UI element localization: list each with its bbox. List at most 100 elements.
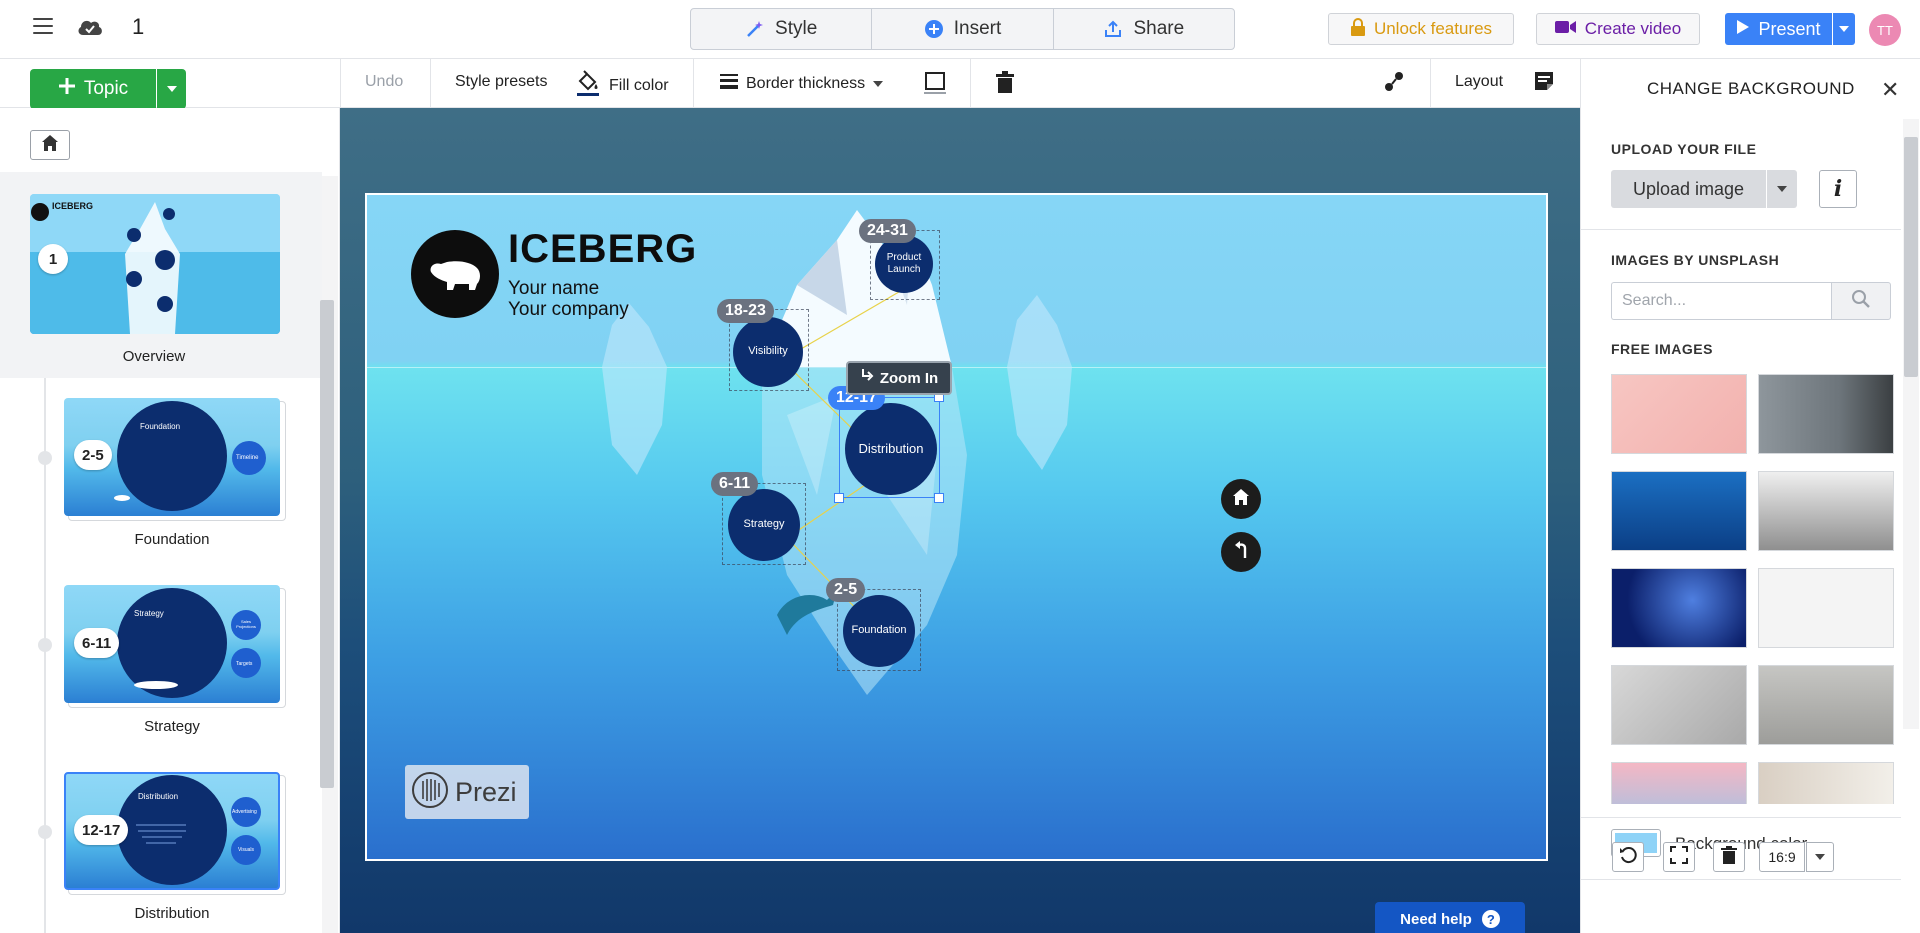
insert-tab[interactable]: Insert — [872, 9, 1054, 49]
background-thumbnail[interactable] — [1611, 568, 1747, 648]
home-icon — [41, 134, 59, 157]
close-icon[interactable]: ✕ — [1881, 77, 1899, 103]
thumb-side-label: Advertising — [232, 809, 257, 815]
resize-handle[interactable] — [834, 493, 844, 503]
need-help-label: Need help — [1400, 910, 1472, 928]
background-thumbnail[interactable] — [1611, 374, 1747, 454]
top-bar: 1 Style Insert Share Unlock features Cre… — [0, 0, 1920, 59]
timeline-dot — [38, 825, 52, 839]
background-thumbnail[interactable] — [1758, 471, 1894, 551]
style-tab[interactable]: Style — [691, 9, 873, 49]
panel-scrollbar-thumb[interactable] — [1904, 137, 1918, 377]
topic-circle-product-launch[interactable]: Product Launch — [875, 235, 933, 293]
fill-color-button[interactable]: Fill color — [575, 69, 669, 102]
aspect-ratio-select[interactable]: 16:9 — [1759, 842, 1805, 872]
thumb-side-label: Visuals — [238, 847, 255, 853]
background-thumbnail[interactable] — [1611, 762, 1747, 804]
question-icon: ? — [1481, 910, 1500, 928]
topic-label: Topic — [83, 78, 129, 99]
aspect-ratio-dropdown[interactable] — [1806, 842, 1834, 872]
border-thickness-button[interactable]: Border thickness — [720, 73, 884, 94]
delete-button[interactable] — [996, 71, 1014, 98]
topic-circle-strategy[interactable]: Strategy — [728, 489, 800, 561]
prezi-logo-badge[interactable]: Prezi — [405, 765, 529, 819]
presentation-canvas[interactable]: ICEBERG Your name Your company Product L… — [340, 108, 1580, 933]
user-avatar[interactable]: TT — [1869, 14, 1901, 46]
fill-color-label: Fill color — [609, 76, 669, 94]
undo-button[interactable]: Undo — [365, 73, 403, 91]
need-help-button[interactable]: Need help ? — [1375, 902, 1525, 933]
canvas-back-button[interactable] — [1221, 532, 1261, 572]
background-thumbnail[interactable] — [1611, 665, 1747, 745]
back-arrow-icon — [1232, 540, 1250, 564]
chevron-down-icon — [1777, 186, 1787, 192]
canvas-home-button[interactable] — [1221, 479, 1261, 519]
toolbar-divider — [430, 59, 431, 107]
fit-background-button[interactable] — [1663, 842, 1695, 872]
polar-bear-logo-icon — [411, 230, 499, 318]
panel-divider — [1581, 879, 1901, 880]
overview-thumb-title: ICEBERG — [52, 201, 94, 211]
magic-wand-icon — [745, 19, 765, 39]
layout-button[interactable]: Layout — [1455, 73, 1503, 91]
unlock-features-label: Unlock features — [1373, 19, 1493, 38]
upload-icon — [1103, 19, 1123, 39]
upload-image-button[interactable]: Upload image — [1611, 170, 1766, 208]
sidebar-item-overview[interactable]: ICEBERG 1 Overview — [0, 172, 322, 378]
reset-icon — [1619, 846, 1637, 869]
sidebar-badge: 12-17 — [74, 815, 129, 845]
topic-circle-foundation[interactable]: Foundation — [843, 595, 915, 667]
reset-background-button[interactable] — [1612, 842, 1644, 872]
style-presets-button[interactable]: Style presets — [455, 73, 547, 91]
sidebar-item-label: Foundation — [134, 531, 210, 548]
delete-background-button[interactable] — [1713, 842, 1745, 872]
background-thumbnail[interactable] — [1758, 374, 1894, 454]
slide-subtitle-name[interactable]: Your name — [508, 278, 599, 300]
lock-icon — [1350, 17, 1366, 41]
expand-icon — [1670, 845, 1688, 869]
background-thumbnail[interactable] — [1758, 762, 1894, 804]
topic-range-tag: 6-11 — [711, 472, 759, 496]
border-style-button[interactable] — [922, 71, 948, 100]
animation-button[interactable] — [1383, 71, 1405, 98]
add-topic-button[interactable]: Topic — [30, 69, 156, 109]
cloud-sync-icon[interactable] — [75, 15, 105, 39]
notes-button[interactable] — [1534, 71, 1554, 96]
trash-icon — [1721, 845, 1737, 869]
share-tab[interactable]: Share — [1054, 9, 1234, 49]
present-button[interactable]: Present — [1725, 13, 1832, 45]
resize-handle[interactable] — [934, 493, 944, 503]
info-button[interactable]: i — [1819, 170, 1857, 208]
video-camera-icon — [1554, 19, 1577, 39]
thumb-title: Strategy — [134, 609, 164, 618]
background-thumbnail[interactable] — [1611, 471, 1747, 551]
topic-range-tag: 2-5 — [826, 578, 866, 602]
slide-subtitle-company[interactable]: Your company — [508, 299, 629, 321]
unsplash-section-heading: IMAGES BY UNSPLASH — [1611, 252, 1780, 268]
topic-dropdown-button[interactable] — [157, 69, 186, 109]
slide-frame[interactable]: ICEBERG Your name Your company Product L… — [365, 193, 1548, 861]
link-path-icon — [1383, 71, 1405, 98]
panel-divider — [1581, 817, 1901, 818]
sidebar-item-label: Strategy — [144, 718, 200, 735]
present-dropdown-button[interactable] — [1833, 13, 1855, 45]
slide-title[interactable]: ICEBERG — [508, 227, 697, 272]
topic-circle-visibility[interactable]: Visibility — [733, 317, 803, 387]
sidebar-home-button[interactable] — [30, 130, 70, 160]
timeline-dot — [38, 638, 52, 652]
unlock-features-button[interactable]: Unlock features — [1328, 13, 1514, 45]
sidebar-scrollbar-thumb[interactable] — [320, 300, 334, 788]
background-thumbnail[interactable] — [1758, 665, 1894, 745]
hamburger-menu-icon[interactable] — [33, 18, 53, 34]
toolbar-divider — [693, 59, 694, 107]
background-thumbnail[interactable] — [1758, 568, 1894, 648]
search-button[interactable] — [1831, 282, 1891, 320]
zoom-in-button[interactable]: Zoom In — [846, 361, 952, 395]
create-video-button[interactable]: Create video — [1536, 13, 1700, 45]
topic-range-tag: 18-23 — [717, 299, 774, 323]
unsplash-search-input[interactable] — [1611, 282, 1831, 320]
zoom-arrow-icon — [860, 368, 874, 388]
selection-box[interactable] — [839, 397, 940, 498]
overview-thumbnail[interactable]: ICEBERG — [30, 194, 280, 334]
upload-dropdown-button[interactable] — [1767, 170, 1797, 208]
